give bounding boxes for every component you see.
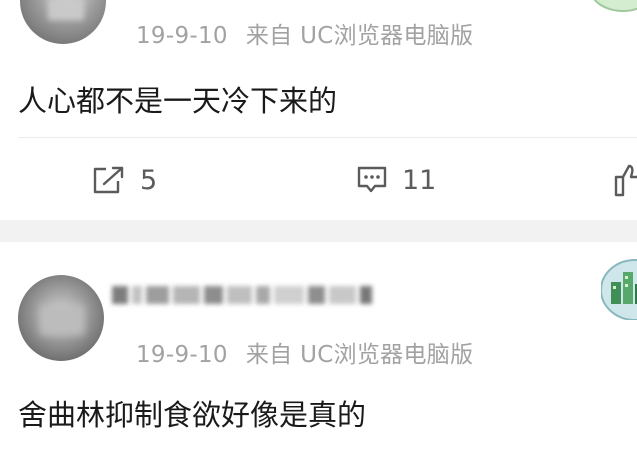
comment-count: 11 (402, 164, 437, 196)
post-meta: 19-9-10 来自 UC浏览器电脑版 (136, 16, 473, 50)
repost-count: 5 (140, 164, 158, 196)
comment-button[interactable]: 11 (356, 160, 436, 200)
membership-badge-icon (600, 254, 637, 321)
post-source[interactable]: 来自 UC浏览器电脑版 (246, 23, 474, 49)
post-date: 19-9-10 (136, 342, 228, 368)
feed: 19-9-10 来自 UC浏览器电脑版 人心都不是一天冷下来的 5 11 19-… (0, 0, 637, 452)
divider (18, 137, 637, 138)
membership-badge-icon (589, 0, 637, 12)
post-text[interactable]: 舍曲林抑制食欲好像是真的 (18, 392, 366, 434)
like-icon (614, 163, 637, 197)
post-separator (0, 220, 637, 242)
avatar[interactable] (18, 275, 104, 361)
username-blurred[interactable] (112, 284, 372, 306)
comment-icon (356, 165, 388, 195)
post-meta: 19-9-10 来自 UC浏览器电脑版 (136, 335, 473, 369)
repost-button[interactable]: 5 (92, 160, 157, 200)
weibo-post: 19-9-10 来自 UC浏览器电脑版 人心都不是一天冷下来的 5 11 (0, 0, 637, 220)
repost-icon (92, 165, 126, 195)
post-date: 19-9-10 (136, 23, 228, 49)
post-source[interactable]: 来自 UC浏览器电脑版 (246, 342, 474, 368)
avatar[interactable] (20, 0, 106, 44)
post-text[interactable]: 人心都不是一天冷下来的 (18, 78, 337, 120)
weibo-post: 19-9-10 来自 UC浏览器电脑版 舍曲林抑制食欲好像是真的 (0, 242, 637, 452)
like-button[interactable] (614, 160, 637, 200)
